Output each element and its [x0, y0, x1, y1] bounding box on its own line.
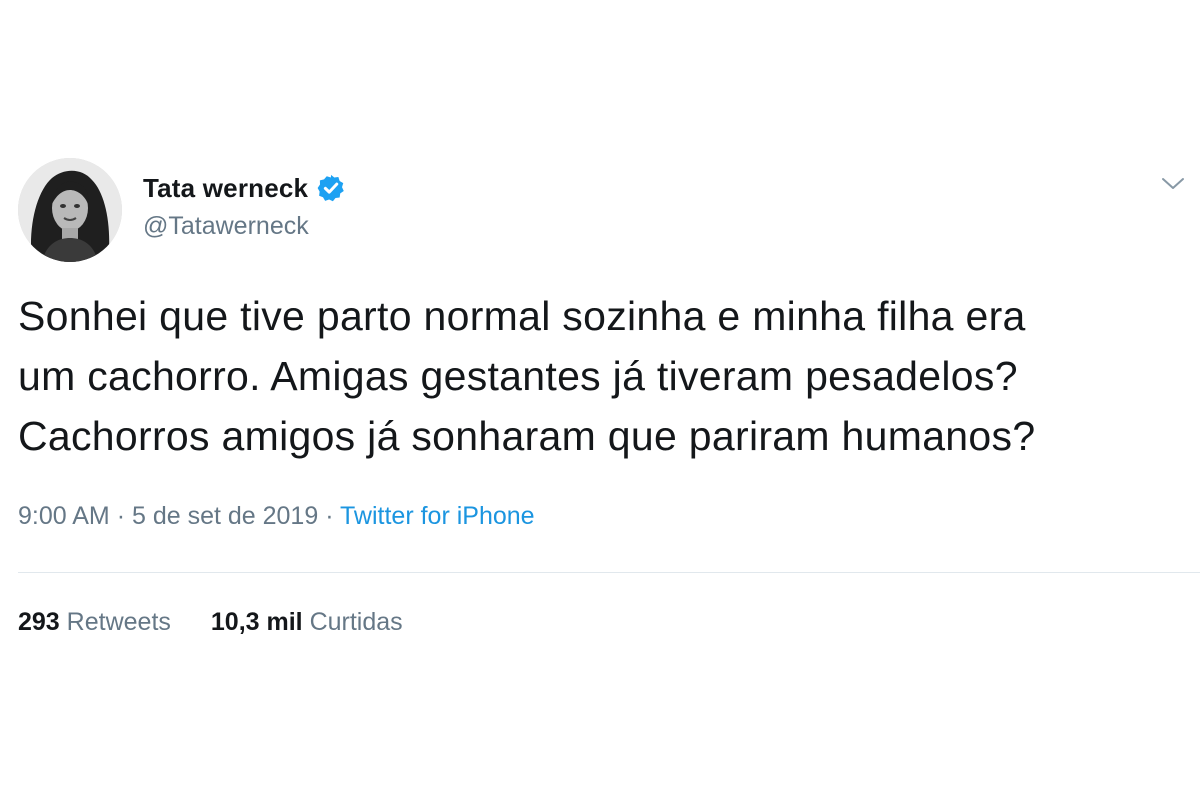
verified-badge-icon: [316, 173, 346, 203]
author-name-row: Tata werneck: [143, 170, 346, 206]
tweet-text-line: um cachorro. Amigas gestantes já tiveram…: [18, 353, 1018, 399]
tweet-text: Sonhei que tive parto normal sozinha e m…: [18, 286, 1188, 466]
divider: [18, 572, 1200, 573]
likes-count: 10,3 mil: [210, 608, 303, 636]
tweet-date[interactable]: 5 de set de 2019: [132, 502, 318, 530]
display-name[interactable]: Tata werneck: [143, 173, 308, 204]
tweet-stats: 293 Retweets 10,3 mil Curtidas: [18, 608, 403, 637]
tweet-text-line: Sonhei que tive parto normal sozinha e m…: [18, 293, 1026, 339]
tweet-text-line: Cachorros amigos já sonharam que pariram…: [18, 413, 1036, 459]
meta-separator: ·: [116, 502, 126, 530]
profile-photo-icon: [18, 158, 122, 262]
tweet-source-link[interactable]: Twitter for iPhone: [340, 502, 535, 530]
retweets-label: Retweets: [66, 608, 171, 636]
chevron-down-icon[interactable]: [1160, 174, 1186, 194]
likes-stat[interactable]: 10,3 mil Curtidas: [211, 608, 403, 637]
tweet-metadata: 9:00 AM · 5 de set de 2019 · Twitter for…: [18, 502, 535, 531]
likes-label: Curtidas: [309, 608, 403, 636]
meta-separator: ·: [325, 502, 334, 530]
user-handle[interactable]: @Tatawerneck: [143, 212, 309, 241]
retweets-count: 293: [18, 608, 60, 636]
tweet-time[interactable]: 9:00 AM: [18, 502, 110, 530]
avatar[interactable]: [18, 158, 122, 262]
tweet-card: Tata werneck @Tatawerneck Sonhei que tiv…: [0, 0, 1200, 800]
retweets-stat[interactable]: 293 Retweets: [18, 608, 171, 637]
